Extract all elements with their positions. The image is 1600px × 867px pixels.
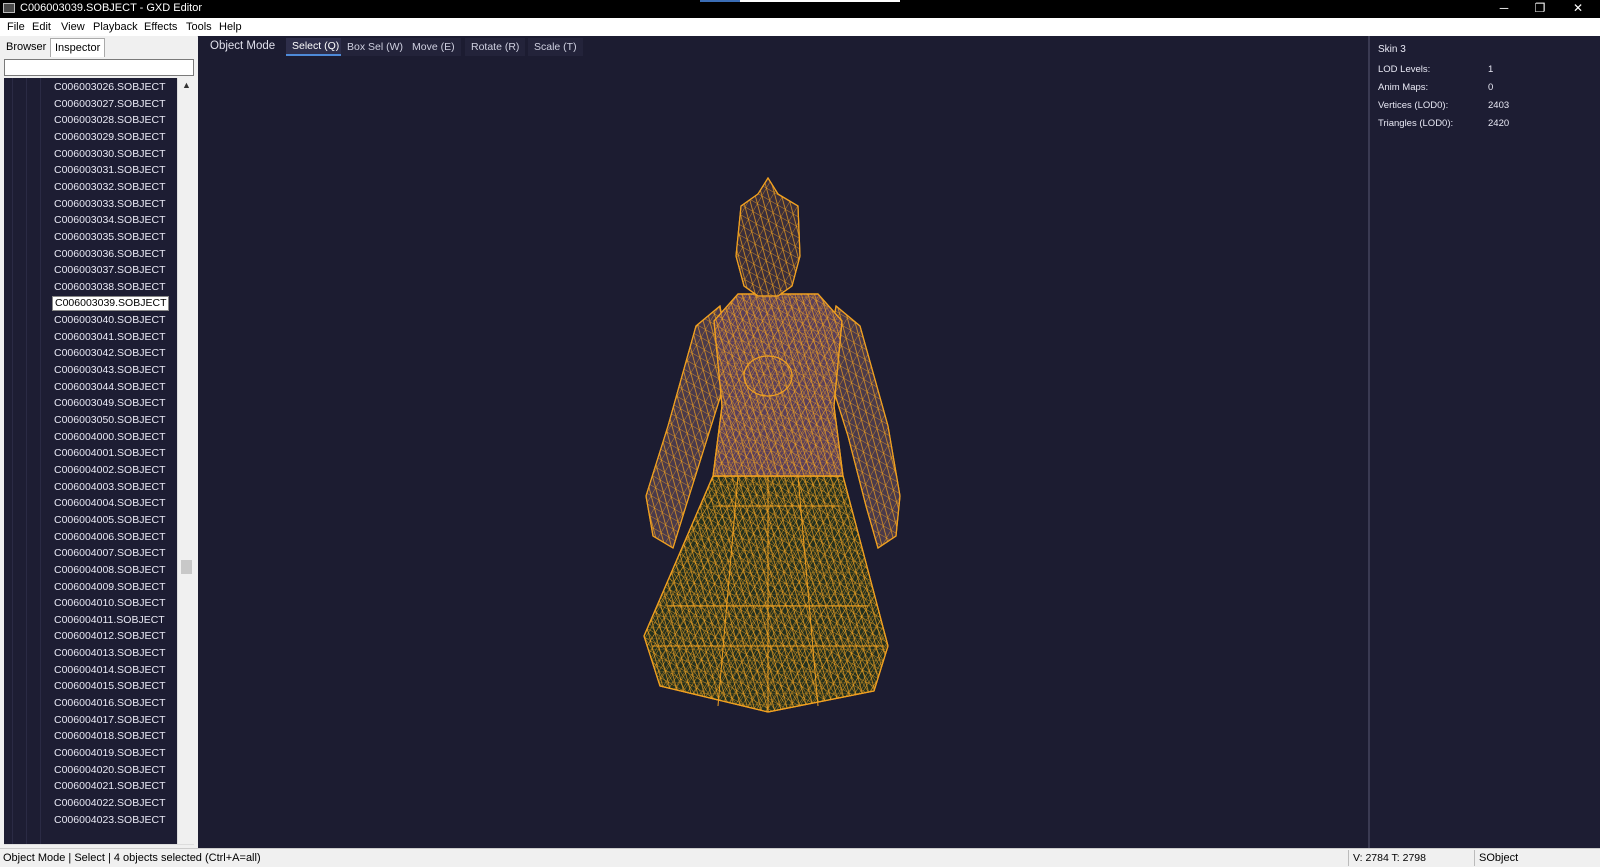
title-accent-white: [740, 0, 900, 2]
tree-item[interactable]: C006004019.SOBJECT: [52, 746, 167, 761]
move-tool-button[interactable]: Move (E): [406, 38, 461, 56]
menu-tools[interactable]: Tools: [186, 21, 212, 33]
tree-item[interactable]: C006003029.SOBJECT: [52, 130, 167, 145]
properties-title: Skin 3: [1378, 44, 1406, 55]
status-bar: Object Mode | Select | 4 objects selecte…: [0, 848, 1600, 867]
triangles-value: 2420: [1488, 118, 1510, 129]
left-panel: Browser Inspector C006003026.SOBJECT C006…: [0, 36, 197, 863]
restore-icon[interactable]: ❐: [1522, 0, 1558, 18]
status-divider: [1474, 850, 1475, 866]
app-icon: [3, 3, 15, 13]
tree-item[interactable]: C006003049.SOBJECT: [52, 396, 167, 411]
tree-item[interactable]: C006004004.SOBJECT: [52, 496, 167, 511]
status-vertex-triangle-count: V: 2784 T: 2798: [1353, 852, 1426, 864]
tree-item[interactable]: C006003026.SOBJECT: [52, 80, 167, 95]
tree-item[interactable]: C006004001.SOBJECT: [52, 446, 167, 461]
tree-item[interactable]: C006003027.SOBJECT: [52, 97, 167, 112]
tree-item[interactable]: C006003041.SOBJECT: [52, 330, 167, 345]
scroll-thumb[interactable]: [181, 560, 192, 574]
tree-item[interactable]: C006004002.SOBJECT: [52, 463, 167, 478]
filter-input[interactable]: [4, 59, 194, 76]
tree-item[interactable]: C006003050.SOBJECT: [52, 413, 167, 428]
tree-guide-line: [12, 78, 13, 863]
vertices-value: 2403: [1488, 100, 1510, 111]
tree-item[interactable]: C006004011.SOBJECT: [52, 613, 167, 628]
menu-playback[interactable]: Playback: [93, 21, 138, 33]
scroll-up-icon[interactable]: ▲: [178, 78, 195, 93]
tab-browser[interactable]: Browser: [2, 38, 50, 56]
minimize-icon[interactable]: ─: [1486, 0, 1522, 18]
tree-item[interactable]: C006003034.SOBJECT: [52, 213, 167, 228]
tree-item[interactable]: C006004016.SOBJECT: [52, 696, 167, 711]
viewport-toolbar: Object Mode Select (Q) Box Sel (W) Move …: [198, 36, 1368, 58]
status-message: Object Mode | Select | 4 objects selecte…: [3, 852, 261, 864]
tree-item[interactable]: C006003040.SOBJECT: [52, 313, 167, 328]
lod-levels-value: 1: [1488, 64, 1494, 75]
window-title: C006003039.SOBJECT - GXD Editor: [20, 2, 202, 14]
box-select-tool-button[interactable]: Box Sel (W): [341, 38, 410, 56]
tree-item[interactable]: C006004007.SOBJECT: [52, 546, 167, 561]
tree-item[interactable]: C006004010.SOBJECT: [52, 596, 167, 611]
tree-item[interactable]: C006004009.SOBJECT: [52, 580, 167, 595]
menu-edit[interactable]: Edit: [32, 21, 51, 33]
select-tool-button[interactable]: Select (Q): [286, 38, 346, 56]
tab-inspector[interactable]: Inspector: [50, 38, 106, 57]
status-object-type: SObject: [1479, 852, 1519, 864]
close-icon[interactable]: ✕: [1560, 0, 1596, 18]
tree-guide-line: [26, 78, 27, 863]
menu-help[interactable]: Help: [219, 21, 242, 33]
tree-item[interactable]: C006003035.SOBJECT: [52, 230, 167, 245]
tree-item[interactable]: C006004017.SOBJECT: [52, 713, 167, 728]
anim-maps-label: Anim Maps:: [1378, 82, 1429, 93]
title-bar: C006003039.SOBJECT - GXD Editor ─ ❐ ✕: [0, 0, 1600, 18]
menu-bar: File Edit View Playback Effects Tools He…: [0, 18, 1600, 37]
tree-item[interactable]: C006004013.SOBJECT: [52, 646, 167, 661]
lod-levels-label: LOD Levels:: [1378, 64, 1431, 75]
triangles-label: Triangles (LOD0):: [1378, 118, 1454, 129]
tree-item[interactable]: C006003031.SOBJECT: [52, 163, 167, 178]
vertices-label: Vertices (LOD0):: [1378, 100, 1449, 111]
tree-item[interactable]: C006003036.SOBJECT: [52, 247, 167, 262]
tree-item[interactable]: C006004003.SOBJECT: [52, 480, 167, 495]
tree-item[interactable]: C006004006.SOBJECT: [52, 530, 167, 545]
mode-label: Object Mode: [210, 40, 276, 52]
tree-item[interactable]: C006003032.SOBJECT: [52, 180, 167, 195]
tree-item[interactable]: C006003037.SOBJECT: [52, 263, 167, 278]
status-divider: [1348, 850, 1349, 866]
rotate-tool-button[interactable]: Rotate (R): [465, 38, 526, 56]
tree-item[interactable]: C006003038.SOBJECT: [52, 280, 167, 295]
wireframe-character-model[interactable]: [638, 176, 918, 736]
menu-effects[interactable]: Effects: [144, 21, 177, 33]
tree-item[interactable]: C006004012.SOBJECT: [52, 629, 167, 644]
tree-vertical-scrollbar[interactable]: ▲ ▼: [177, 78, 195, 863]
title-accent-blue: [700, 0, 740, 2]
tree-item[interactable]: C006003043.SOBJECT: [52, 363, 167, 378]
object-tree[interactable]: C006003026.SOBJECT C006003027.SOBJECT C006…: [4, 78, 177, 863]
tree-item[interactable]: C006003042.SOBJECT: [52, 346, 167, 361]
tree-item[interactable]: C006003028.SOBJECT: [52, 113, 167, 128]
tree-item[interactable]: C006004020.SOBJECT: [52, 763, 167, 778]
tree-item[interactable]: C006004022.SOBJECT: [52, 796, 167, 811]
properties-panel: Skin 3 LOD Levels: 1 Anim Maps: 0 Vertic…: [1368, 36, 1600, 848]
tree-item[interactable]: C006003030.SOBJECT: [52, 147, 167, 162]
menu-file[interactable]: File: [7, 21, 25, 33]
scale-tool-button[interactable]: Scale (T): [528, 38, 583, 56]
anim-maps-value: 0: [1488, 82, 1494, 93]
menu-view[interactable]: View: [61, 21, 85, 33]
tree-item[interactable]: C006003033.SOBJECT: [52, 197, 167, 212]
tree-guide-line: [40, 78, 41, 863]
tree-item[interactable]: C006003039.SOBJECT: [52, 296, 170, 312]
3d-viewport[interactable]: Object Mode Select (Q) Box Sel (W) Move …: [198, 36, 1368, 848]
tree-item[interactable]: C006003044.SOBJECT: [52, 380, 167, 395]
tree-item[interactable]: C006004000.SOBJECT: [52, 430, 167, 445]
tree-item[interactable]: C006004021.SOBJECT: [52, 779, 167, 794]
tree-item[interactable]: C006004005.SOBJECT: [52, 513, 167, 528]
tree-item[interactable]: C006004014.SOBJECT: [52, 663, 167, 678]
tree-item[interactable]: C006004018.SOBJECT: [52, 729, 167, 744]
tree-item[interactable]: C006004023.SOBJECT: [52, 813, 167, 828]
tree-item[interactable]: C006004015.SOBJECT: [52, 679, 167, 694]
tree-item[interactable]: C006004008.SOBJECT: [52, 563, 167, 578]
